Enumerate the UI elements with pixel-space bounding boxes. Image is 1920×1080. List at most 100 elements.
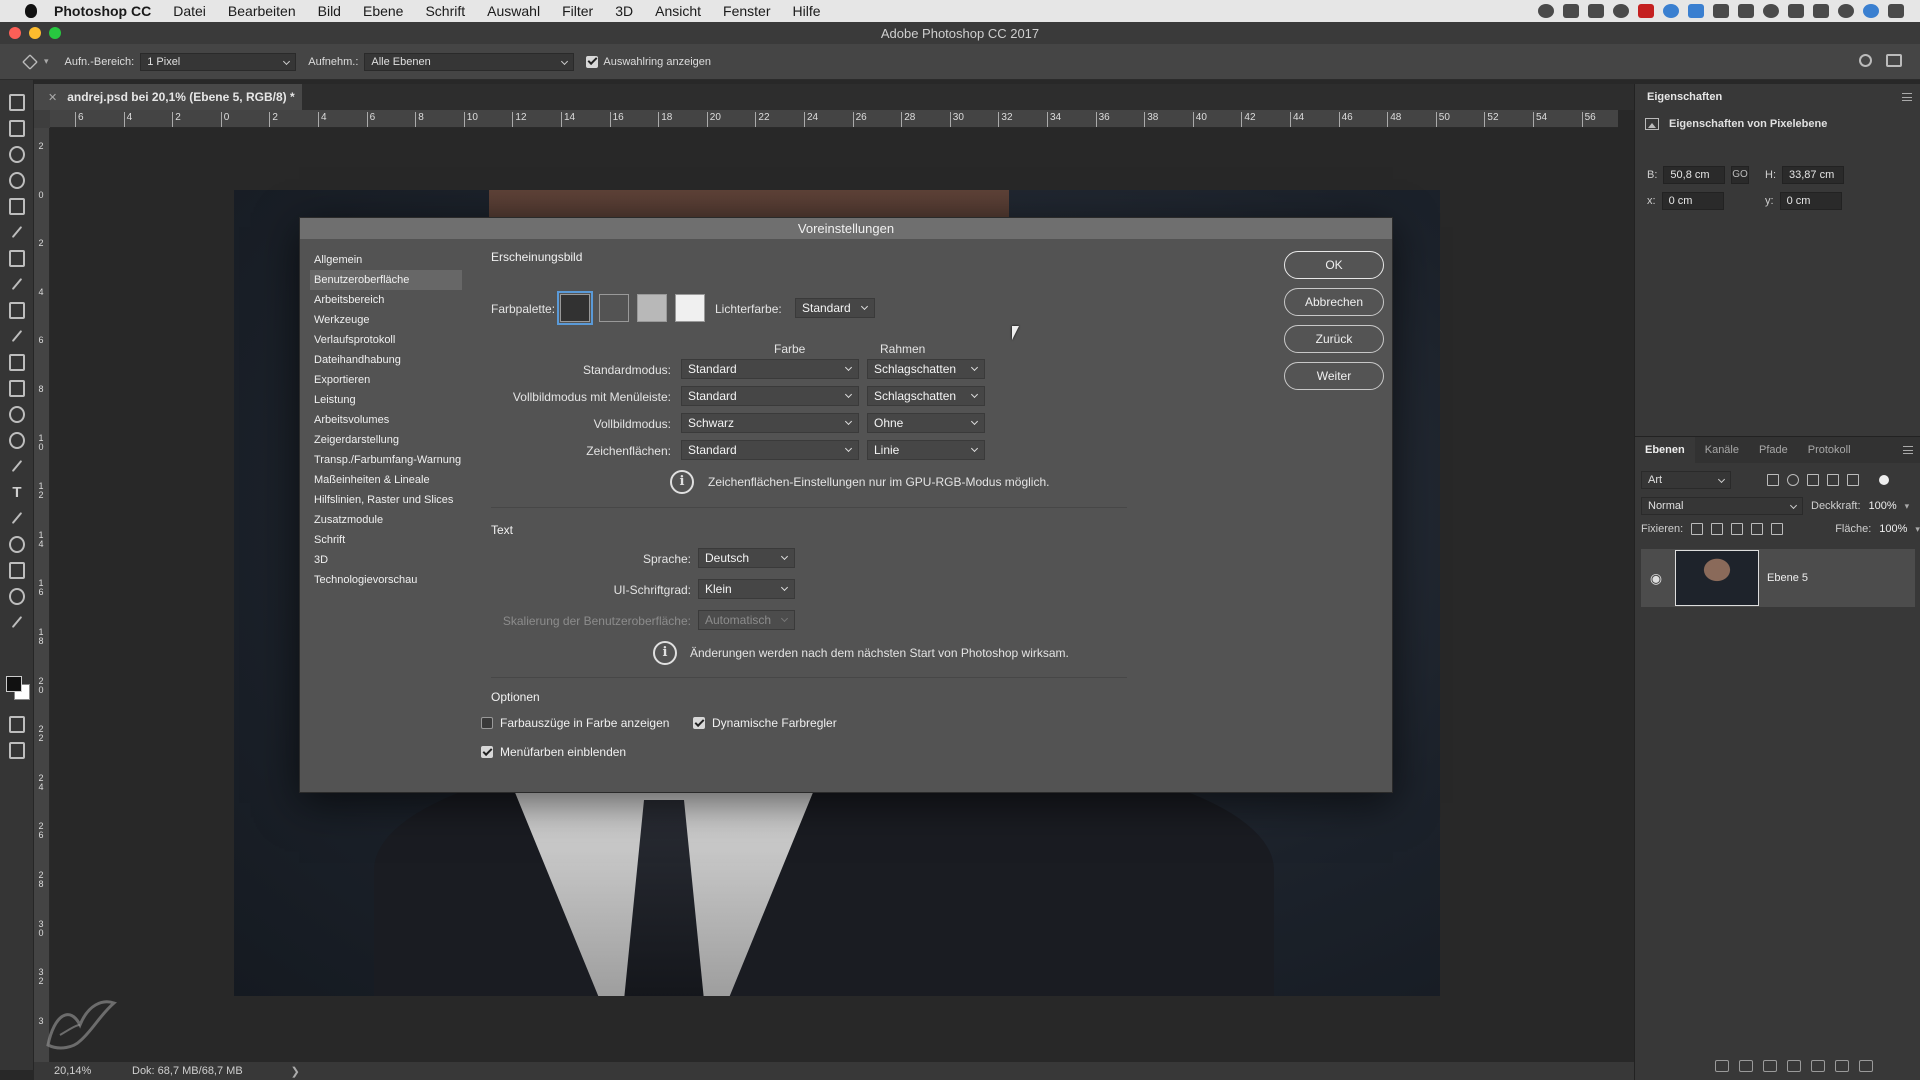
menu-app-photoshop[interactable]: Photoshop CC bbox=[42, 3, 162, 19]
new-group-icon[interactable] bbox=[1811, 1060, 1825, 1072]
artboards-color-dropdown[interactable]: Standard bbox=[681, 440, 859, 460]
color-theme-swatch-medium[interactable] bbox=[637, 294, 667, 322]
option-color-channels[interactable]: Farbauszüge in Farbe anzeigen bbox=[481, 716, 669, 730]
dodge-tool-icon[interactable] bbox=[9, 432, 25, 448]
nav-item-leistung[interactable]: Leistung bbox=[310, 390, 462, 410]
color-channels-checkbox[interactable] bbox=[481, 717, 493, 729]
add-mask-icon[interactable] bbox=[1763, 1060, 1777, 1072]
airplay-icon[interactable] bbox=[1738, 4, 1754, 18]
standard-mode-border-dropdown[interactable]: Schlagschatten bbox=[867, 359, 985, 379]
filter-shape-icon[interactable] bbox=[1827, 474, 1839, 486]
printer-icon[interactable] bbox=[1713, 4, 1729, 18]
history-brush-tool-icon[interactable] bbox=[9, 328, 25, 344]
zoom-tool-icon[interactable] bbox=[9, 588, 25, 604]
nav-item-verlaufsprotokoll[interactable]: Verlaufsprotokoll bbox=[310, 330, 462, 350]
standard-mode-color-dropdown[interactable]: Standard bbox=[681, 359, 859, 379]
fullscreen-mode-color-dropdown[interactable]: Schwarz bbox=[681, 413, 859, 433]
layer-filter-dropdown[interactable]: Art bbox=[1641, 471, 1731, 489]
link-layers-icon[interactable] bbox=[1715, 1060, 1729, 1072]
ellipse-tool-icon[interactable] bbox=[9, 536, 25, 552]
foreground-color-swatch[interactable] bbox=[6, 676, 22, 692]
highlight-color-dropdown[interactable]: Standard bbox=[795, 298, 875, 318]
menu-auswahl[interactable]: Auswahl bbox=[476, 3, 551, 19]
nav-item-exportieren[interactable]: Exportieren bbox=[310, 370, 462, 390]
eyedropper-tool-icon[interactable] bbox=[9, 224, 25, 240]
adjustment-layer-icon[interactable] bbox=[1787, 1060, 1801, 1072]
fullscreen-mode-border-dropdown[interactable]: Ohne bbox=[867, 413, 985, 433]
fullscreen-menu-mode-border-dropdown[interactable]: Schlagschatten bbox=[867, 386, 985, 406]
nav-item-hilfslinien-raster-und-slices[interactable]: Hilfslinien, Raster und Slices bbox=[310, 490, 462, 510]
ok-button[interactable]: OK bbox=[1284, 251, 1384, 279]
menu-schrift[interactable]: Schrift bbox=[414, 3, 476, 19]
width-input[interactable]: 50,8 cm bbox=[1663, 166, 1726, 184]
nav-item-werkzeuge[interactable]: Werkzeuge bbox=[310, 310, 462, 330]
sample-size-dropdown[interactable]: 1 Pixel bbox=[140, 52, 297, 71]
sample-layers-dropdown[interactable]: Alle Ebenen bbox=[364, 52, 575, 71]
nav-item-benutzeroberfläche[interactable]: Benutzeroberfläche bbox=[310, 270, 462, 290]
link-dimensions-icon[interactable]: GO bbox=[1731, 166, 1749, 184]
tool-preset-chevron-icon[interactable]: ▾ bbox=[44, 56, 49, 67]
minimize-window-icon[interactable] bbox=[29, 27, 41, 39]
cloud-icon[interactable] bbox=[1613, 4, 1629, 18]
wifi-icon[interactable] bbox=[1813, 4, 1829, 18]
menu-bearbeiten[interactable]: Bearbeiten bbox=[217, 3, 307, 19]
adobe-icon[interactable] bbox=[1638, 4, 1654, 18]
fill-chevron-icon[interactable]: ▾ bbox=[1915, 524, 1920, 535]
type-tool-icon[interactable] bbox=[9, 484, 25, 500]
show-sampling-ring-checkbox[interactable] bbox=[586, 55, 599, 68]
color-theme-swatch-dark[interactable] bbox=[599, 294, 629, 322]
tab-protokoll[interactable]: Protokoll bbox=[1798, 437, 1861, 463]
siri-icon[interactable] bbox=[1863, 4, 1879, 18]
filter-adjustment-icon[interactable] bbox=[1787, 474, 1799, 486]
color-theme-swatch-light[interactable] bbox=[675, 294, 705, 322]
nav-item-schrift[interactable]: Schrift bbox=[310, 530, 462, 550]
menu-colors-checkbox[interactable] bbox=[481, 746, 493, 758]
filter-toggle-icon[interactable] bbox=[1879, 475, 1889, 485]
nav-item-technologievorschau[interactable]: Technologievorschau bbox=[310, 570, 462, 590]
eraser-tool-icon[interactable] bbox=[9, 354, 25, 370]
nav-item-3d[interactable]: 3D bbox=[310, 550, 462, 570]
bluetooth-icon[interactable] bbox=[1788, 4, 1804, 18]
menu-fenster[interactable]: Fenster bbox=[712, 3, 781, 19]
nav-item-dateihandhabung[interactable]: Dateihandhabung bbox=[310, 350, 462, 370]
filter-smartobject-icon[interactable] bbox=[1847, 474, 1859, 486]
nav-item-zusatzmodule[interactable]: Zusatzmodule bbox=[310, 510, 462, 530]
zoom-level[interactable]: 20,14% bbox=[34, 1065, 94, 1077]
filter-type-icon[interactable] bbox=[1807, 474, 1819, 486]
search-icon[interactable] bbox=[1859, 54, 1872, 67]
display-icon[interactable] bbox=[1588, 4, 1604, 18]
menu-bild[interactable]: Bild bbox=[307, 3, 352, 19]
layer-name[interactable]: Ebene 5 bbox=[1767, 572, 1808, 584]
crop-tool-icon[interactable] bbox=[9, 198, 25, 214]
lock-artboard-icon[interactable] bbox=[1751, 523, 1764, 535]
path-selection-tool-icon[interactable] bbox=[9, 510, 25, 526]
menu-hilfe[interactable]: Hilfe bbox=[782, 3, 832, 19]
lock-position-icon[interactable] bbox=[1731, 523, 1744, 535]
eyedropper-tool-preset-icon[interactable] bbox=[22, 53, 38, 70]
tab-ebenen[interactable]: Ebenen bbox=[1635, 437, 1695, 463]
x-input[interactable]: 0 cm bbox=[1661, 192, 1724, 210]
nav-item-arbeitsbereich[interactable]: Arbeitsbereich bbox=[310, 290, 462, 310]
menu-3d[interactable]: 3D bbox=[604, 3, 644, 19]
menu-filter[interactable]: Filter bbox=[551, 3, 604, 19]
color-sampler-tool-icon[interactable] bbox=[9, 614, 25, 630]
gradient-tool-icon[interactable] bbox=[9, 380, 25, 396]
menu-ebene[interactable]: Ebene bbox=[352, 3, 414, 19]
ui-font-size-dropdown[interactable]: Klein bbox=[698, 579, 795, 599]
layer-visibility-eye-icon[interactable]: ◉ bbox=[1641, 570, 1671, 587]
opacity-chevron-icon[interactable]: ▾ bbox=[1905, 501, 1910, 512]
blur-tool-icon[interactable] bbox=[9, 406, 25, 422]
close-window-icon[interactable] bbox=[9, 27, 21, 39]
layer-row-ebene-5[interactable]: ◉ Ebene 5 bbox=[1641, 549, 1915, 607]
layer-style-fx-icon[interactable] bbox=[1739, 1060, 1753, 1072]
status-menu-arrow-icon[interactable]: ❯ bbox=[291, 1065, 300, 1078]
dropbox-icon[interactable] bbox=[1688, 4, 1704, 18]
arrow-icon[interactable] bbox=[1563, 4, 1579, 18]
y-input[interactable]: 0 cm bbox=[1779, 192, 1842, 210]
marquee-tool-icon[interactable] bbox=[9, 120, 25, 136]
lasso-tool-icon[interactable] bbox=[9, 146, 25, 162]
lock-all-icon[interactable] bbox=[1771, 523, 1784, 535]
quick-mask-icon[interactable] bbox=[9, 716, 25, 732]
time-machine-icon[interactable] bbox=[1763, 4, 1779, 18]
dynamic-sliders-checkbox[interactable] bbox=[693, 717, 705, 729]
